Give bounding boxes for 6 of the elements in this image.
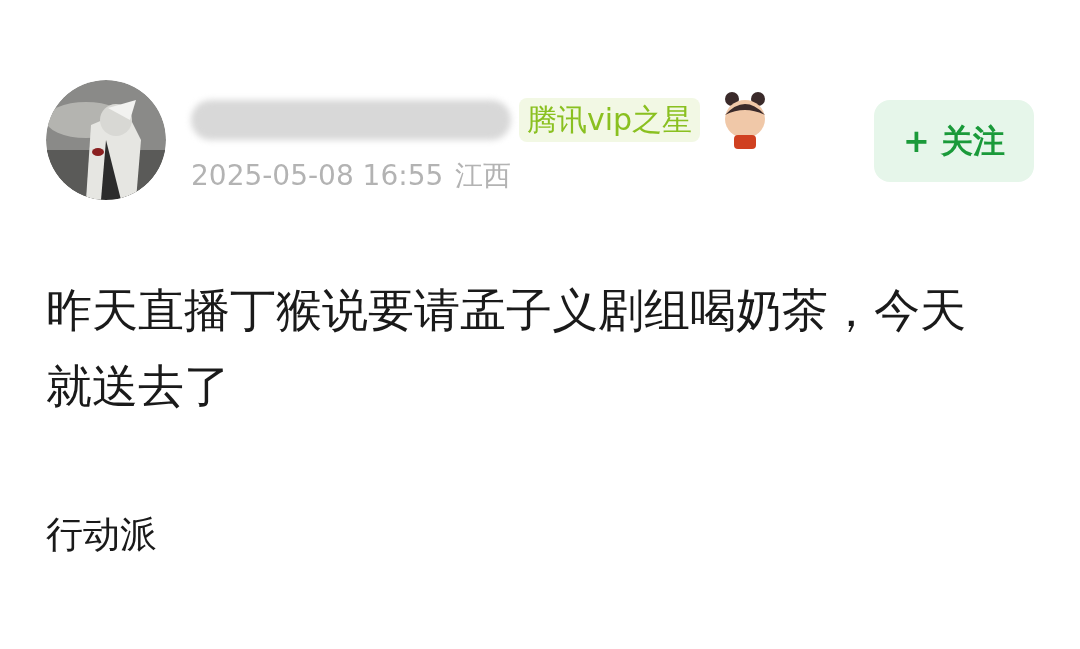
post-location: 江西 — [455, 158, 512, 194]
post-text: 行动派 — [46, 512, 158, 558]
post-text: 昨天直播丁猴说要请孟子义剧组喝奶茶，今天就送去了 — [46, 282, 967, 415]
post-time: 2025-05-08 16:55 — [191, 158, 444, 194]
follow-button[interactable]: + 关注 — [874, 100, 1034, 182]
vip-badge: 腾讯vip之星 — [519, 98, 701, 142]
